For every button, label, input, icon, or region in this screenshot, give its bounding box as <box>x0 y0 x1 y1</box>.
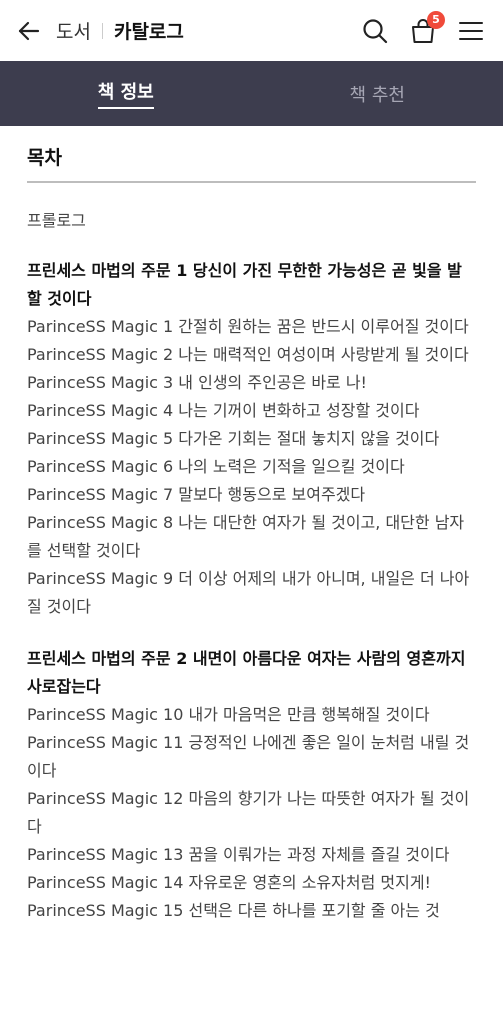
toc-item: ParinceSS Magic 15 선택은 다른 하나를 포기할 줄 아는 것 <box>27 901 440 920</box>
tab-book-recommend-label: 책 추천 <box>349 84 405 106</box>
tab-bar: 책 정보 책 추천 <box>0 61 503 126</box>
toc-item: ParinceSS Magic 5 다가온 기회는 절대 놓치지 않을 것이다 <box>27 429 440 448</box>
tab-book-info-label: 책 정보 <box>97 78 154 109</box>
tab-book-recommend[interactable]: 책 추천 <box>252 61 503 126</box>
toc-item: ParinceSS Magic 13 꿈을 이뤄가는 과정 자체를 즐길 것이다 <box>27 845 450 864</box>
toc-item: ParinceSS Magic 14 자유로운 영혼의 소유자처럼 멋지게! <box>27 873 431 892</box>
arrow-left-icon <box>18 21 40 40</box>
toc-content: 목차 프롤로그 프린세스 마법의 주문 1 당신이 가진 무한한 가능성은 곧 … <box>0 126 503 925</box>
toc-item: ParinceSS Magic 8 나는 대단한 여자가 될 것이고, 대단한 … <box>27 513 465 560</box>
back-button[interactable] <box>16 18 42 44</box>
toc-section-title: 프린세스 마법의 주문 1 당신이 가진 무한한 가능성은 곧 빛을 발할 것이… <box>27 261 462 308</box>
hamburger-menu-icon <box>459 21 483 40</box>
cart-count-badge: 5 <box>427 10 445 29</box>
toc-item: ParinceSS Magic 7 말보다 행동으로 보여주겠다 <box>27 485 366 504</box>
toc-prologue: 프롤로그 <box>27 211 86 230</box>
breadcrumb-divider <box>101 22 103 39</box>
toc-item: ParinceSS Magic 1 간절히 원하는 꿈은 반드시 이루어질 것이… <box>27 317 469 336</box>
page-title: 카탈로그 <box>113 21 184 43</box>
toc-item: ParinceSS Magic 4 나는 기꺼이 변화하고 성장할 것이다 <box>27 401 420 420</box>
search-button[interactable] <box>361 17 389 45</box>
toc-item: ParinceSS Magic 9 더 이상 어제의 내가 아니며, 내일은 더… <box>27 569 470 616</box>
toc-section: 프린세스 마법의 주문 1 당신이 가진 무한한 가능성은 곧 빛을 발할 것이… <box>27 257 476 621</box>
breadcrumb-parent[interactable]: 도서 <box>56 17 91 44</box>
app-header: 도서 카탈로그 5 <box>0 0 503 61</box>
tab-book-info[interactable]: 책 정보 <box>0 61 252 126</box>
toc-item: ParinceSS Magic 11 긍정적인 나에겐 좋은 일이 눈처럼 내릴… <box>27 733 470 780</box>
toc-section-title: 프린세스 마법의 주문 2 내면이 아름다운 여자는 사람의 영혼까지 사로잡는… <box>27 649 466 696</box>
toc-item: ParinceSS Magic 10 내가 마음먹은 만큼 행복해질 것이다 <box>27 705 430 724</box>
toc-item: ParinceSS Magic 12 마음의 향기가 나는 따뜻한 여자가 될 … <box>27 789 470 836</box>
toc-item: ParinceSS Magic 2 나는 매력적인 여성이며 사랑받게 될 것이… <box>27 345 469 364</box>
toc-heading: 목차 <box>27 126 476 183</box>
toc-item: ParinceSS Magic 6 나의 노력은 기적을 일으킬 것이다 <box>27 457 405 476</box>
toc-section: 프린세스 마법의 주문 2 내면이 아름다운 여자는 사람의 영혼까지 사로잡는… <box>27 645 476 925</box>
search-icon <box>363 18 388 43</box>
menu-button[interactable] <box>457 17 485 45</box>
toc-item: ParinceSS Magic 3 내 인생의 주인공은 바로 나! <box>27 373 367 392</box>
cart-button[interactable]: 5 <box>409 10 445 45</box>
